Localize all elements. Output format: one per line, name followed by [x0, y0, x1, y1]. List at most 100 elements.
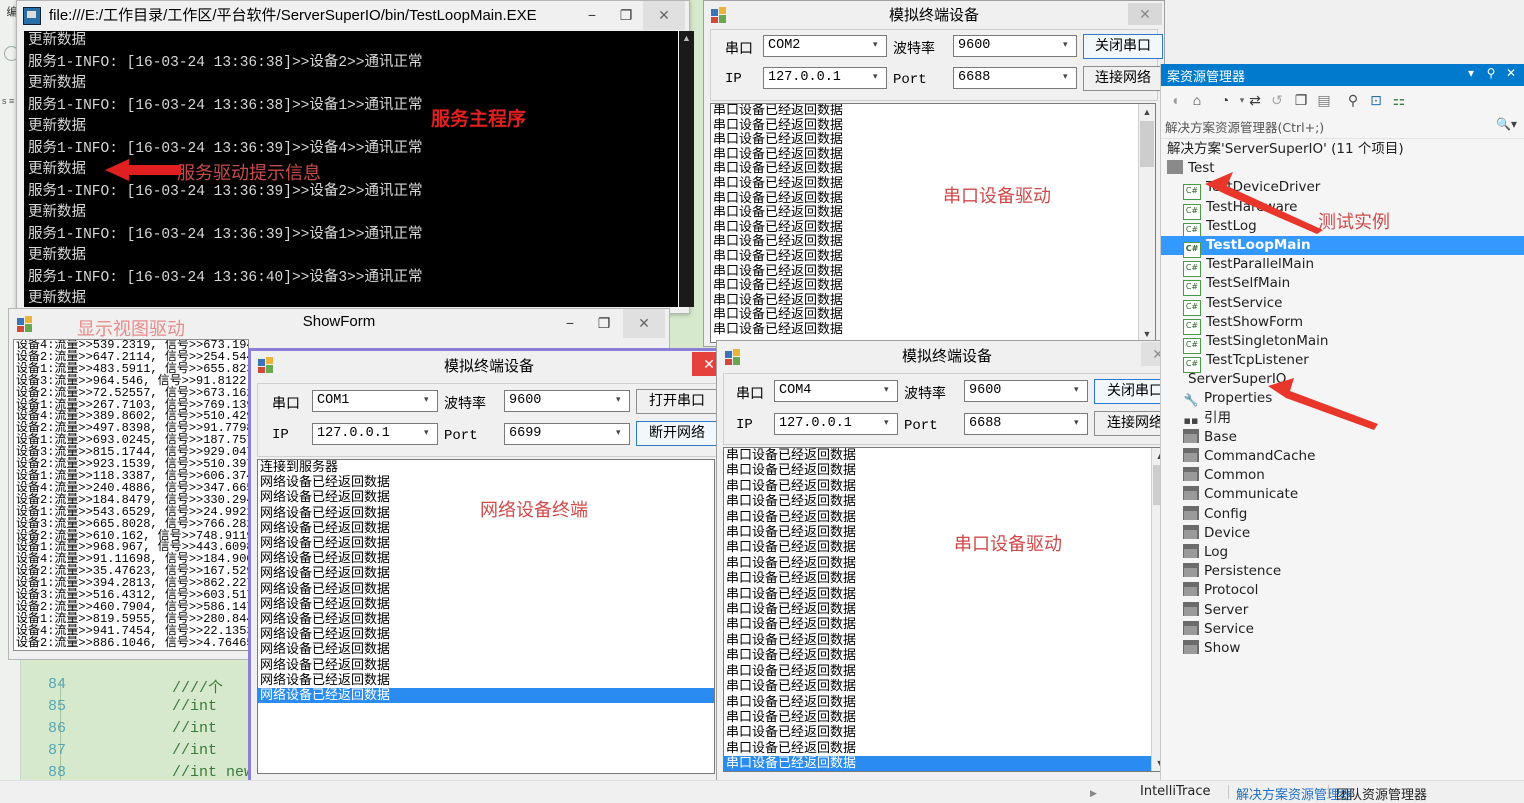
com2-log-item[interactable]: 串口设备已经返回数据 [711, 308, 1138, 323]
solution-tree-item[interactable]: Service [1161, 620, 1524, 639]
com2-port-select[interactable]: 6688 ▾ [953, 67, 1077, 89]
statusbar-expand-icon[interactable]: ▶ [1090, 788, 1097, 799]
properties-icon[interactable]: ⚲ [1343, 90, 1363, 110]
chevron-down-icon[interactable]: ▾ [424, 428, 433, 437]
com4-log-item[interactable]: 串口设备已经返回数据 [724, 587, 1151, 602]
solution-tree[interactable]: 解决方案'ServerSuperIO' (11 个项目) Test C# TestDe… [1161, 140, 1524, 780]
com1-log-item[interactable]: 网络设备已经返回数据 [258, 597, 714, 612]
com4-log-item[interactable]: 串口设备已经返回数据 [724, 648, 1151, 663]
com2-log-item[interactable]: 串口设备已经返回数据 [711, 133, 1138, 148]
console-close-button[interactable]: ✕ [643, 1, 685, 30]
com1-title-bar[interactable]: 模拟终端设备 ✕ [251, 351, 727, 381]
solution-tree-item[interactable]: C# TestParallelMain [1161, 255, 1524, 278]
console-window[interactable]: file:///E:/工作目录/工作区/平台软件/ServerSuperIO/b… [16, 0, 694, 314]
com1-serial-port-select[interactable]: COM1 ▾ [312, 390, 438, 412]
com2-log-item[interactable]: 串口设备已经返回数据 [711, 176, 1138, 192]
solution-tree-item[interactable]: C# TestSingletonMain [1161, 332, 1524, 354]
com4-log-item[interactable]: 串口设备已经返回数据 [724, 540, 1151, 555]
com1-port-select[interactable]: 6699 ▾ [504, 423, 630, 445]
com1-log-item[interactable]: 网络设备已经返回数据 [258, 566, 714, 581]
solution-tree-item[interactable]: C# TestDeviceDriver [1161, 178, 1524, 201]
chevron-down-icon[interactable]: ▾ [424, 395, 433, 404]
solution-tree-item[interactable]: C# TestSelfMain [1161, 274, 1524, 297]
console-maximize-button[interactable]: ❐ [609, 1, 643, 30]
solution-explorer-panel[interactable]: 案资源管理器 ▾ ⚲ ✕ ◖ ⌂ ◔ ▾ ⇄ ↺ ❐ ▤ ⚲ ⊡ ⚏ 解决方案资… [1160, 64, 1524, 780]
console-scroll-up-icon[interactable]: ▲ [679, 31, 694, 45]
solution-tree-item[interactable]: Show [1161, 639, 1524, 658]
com4-log-item-selected[interactable]: 串口设备已经返回数据 [724, 756, 1151, 771]
com4-log-item[interactable]: 串口设备已经返回数据 [724, 510, 1151, 525]
home-icon[interactable]: ⌂ [1187, 90, 1207, 110]
com4-log-item[interactable]: 串口设备已经返回数据 [724, 633, 1151, 648]
chevron-down-icon[interactable]: ▾ [1074, 418, 1083, 427]
com2-serial-port-select[interactable]: COM2 ▾ [763, 35, 887, 57]
com1-log-item-selected[interactable]: 网络设备已经返回数据 [258, 688, 714, 704]
editor-code-line[interactable]: //int [172, 742, 217, 759]
status-tab-intellitrace[interactable]: IntelliTrace [1140, 784, 1211, 799]
com4-baud-select[interactable]: 9600 ▾ [964, 380, 1088, 402]
com4-log-item[interactable]: 串口设备已经返回数据 [724, 479, 1151, 494]
com2-log-item[interactable]: 串口设备已经返回数据 [711, 235, 1138, 250]
com1-baud-select[interactable]: 9600 ▾ [504, 390, 630, 412]
solution-explorer-search[interactable]: 解决方案资源管理器(Ctrl+;) 🔍▾ [1161, 114, 1524, 139]
showform-data-listbox[interactable]: 设备4:流量>>539.2319, 信号>>673.1946 设备2:流量>>64… [13, 339, 249, 651]
chevron-down-icon[interactable]: ▾ [884, 418, 893, 427]
com1-log-item[interactable]: 网络设备已经返回数据 [258, 627, 714, 642]
com2-close-button[interactable]: ✕ [1128, 3, 1162, 25]
showform-close-button[interactable]: ✕ [623, 309, 665, 338]
com4-log-item[interactable]: 串口设备已经返回数据 [724, 571, 1151, 586]
back-icon[interactable]: ◖ [1165, 90, 1185, 110]
chevron-down-icon[interactable]: ▾ [1063, 72, 1072, 81]
solution-tree-item[interactable]: ServerSuperIO [1161, 370, 1524, 389]
com2-log-item[interactable]: 串口设备已经返回数据 [711, 264, 1138, 280]
serial-terminal-dialog-com4[interactable]: 模拟终端设备 ✕ 串口 COM4 ▾ 波特率 9600 ▾ 关闭串口 IP 12… [716, 340, 1178, 782]
com2-log-item[interactable]: 串口设备已经返回数据 [711, 104, 1138, 119]
solution-tree-item[interactable]: Common [1161, 466, 1524, 485]
com2-baud-select[interactable]: 9600 ▾ [953, 35, 1077, 57]
editor-code-line[interactable]: //int [172, 720, 217, 737]
solution-tree-item[interactable]: Device [1161, 524, 1524, 543]
com4-log-item[interactable]: 串口设备已经返回数据 [724, 741, 1151, 756]
solution-tree-item[interactable]: CommandCache [1161, 447, 1524, 466]
com4-log-item[interactable]: 串口设备已经返回数据 [724, 602, 1151, 617]
com1-log-item[interactable]: 网络设备已经返回数据 [258, 536, 714, 551]
chevron-down-icon[interactable]: ▾ [616, 395, 625, 404]
com4-log-item[interactable]: 串口设备已经返回数据 [724, 725, 1151, 740]
solution-tree-item[interactable]: 🔧 Properties [1161, 389, 1524, 408]
com4-log-item[interactable]: 串口设备已经返回数据 [724, 463, 1151, 478]
com2-log-item[interactable]: 串口设备已经返回数据 [711, 118, 1138, 134]
com1-ip-select[interactable]: 127.0.0.1 ▾ [312, 423, 438, 445]
com1-network-disconnect-button[interactable]: 断开网络 [636, 421, 718, 446]
console-output-area[interactable]: 更新数据 服务1-INFO: [16-03-24 13:36:38]>>设备2>>… [24, 31, 678, 307]
showform-row-selected[interactable]: 设备1:流量>>244.9096, 信号>>699.4625 [14, 649, 248, 650]
com2-serial-toggle-button[interactable]: 关闭串口 [1083, 34, 1163, 59]
chevron-down-icon[interactable]: ▾ [873, 40, 882, 49]
network-terminal-dialog-com1[interactable]: 模拟终端设备 ✕ 串口 COM1 ▾ 波特率 9600 ▾ 打开串口 IP 12… [248, 348, 730, 788]
com4-log-item[interactable]: 串口设备已经返回数据 [724, 448, 1151, 463]
chevron-down-icon[interactable]: ▾ [873, 72, 882, 81]
com4-log-listbox[interactable]: 串口设备已经返回数据 串口设备已经返回数据 串口设备已经返回数据 串口设备已经返回数据… [723, 447, 1169, 772]
solution-tree-item[interactable]: Persistence [1161, 562, 1524, 581]
chevron-down-icon[interactable]: ▾ [616, 428, 625, 437]
com2-log-item[interactable]: 串口设备已经返回数据 [711, 322, 1138, 338]
com1-log-item[interactable]: 网络设备已经返回数据 [258, 475, 714, 490]
class-view-icon[interactable]: ⚏ [1389, 90, 1409, 110]
com2-log-scrollbar[interactable]: ▲ ▼ [1138, 104, 1155, 342]
solution-tree-item[interactable]: C# TestTcpListener [1161, 351, 1524, 374]
solution-tree-item[interactable]: ▪▪ 引用 [1161, 409, 1524, 428]
solution-tree-item[interactable]: Base [1161, 428, 1524, 447]
serial-terminal-dialog-com2[interactable]: 模拟终端设备 ✕ 串口 COM2 ▾ 波特率 9600 ▾ 关闭串口 IP 12… [703, 0, 1165, 347]
com2-log-item[interactable]: 串口设备已经返回数据 [711, 249, 1138, 265]
console-scrollbar[interactable]: ▲ [679, 31, 694, 307]
com4-log-item[interactable]: 串口设备已经返回数据 [724, 556, 1151, 571]
com1-log-item[interactable]: 网络设备已经返回数据 [258, 582, 714, 597]
com4-log-item[interactable]: 串口设备已经返回数据 [724, 617, 1151, 632]
chevron-down-icon[interactable]: ▾ [1074, 385, 1083, 394]
com4-log-item[interactable]: 串口设备已经返回数据 [724, 710, 1151, 725]
com4-title-bar[interactable]: 模拟终端设备 ✕ [717, 341, 1177, 371]
solution-tree-item[interactable]: C# TestShowForm [1161, 313, 1524, 335]
editor-code-line[interactable]: ////个 [172, 676, 223, 697]
solution-tree-item[interactable]: Log [1161, 543, 1524, 562]
close-icon[interactable]: ✕ [1503, 66, 1519, 80]
com1-serial-toggle-button[interactable]: 打开串口 [636, 389, 718, 414]
